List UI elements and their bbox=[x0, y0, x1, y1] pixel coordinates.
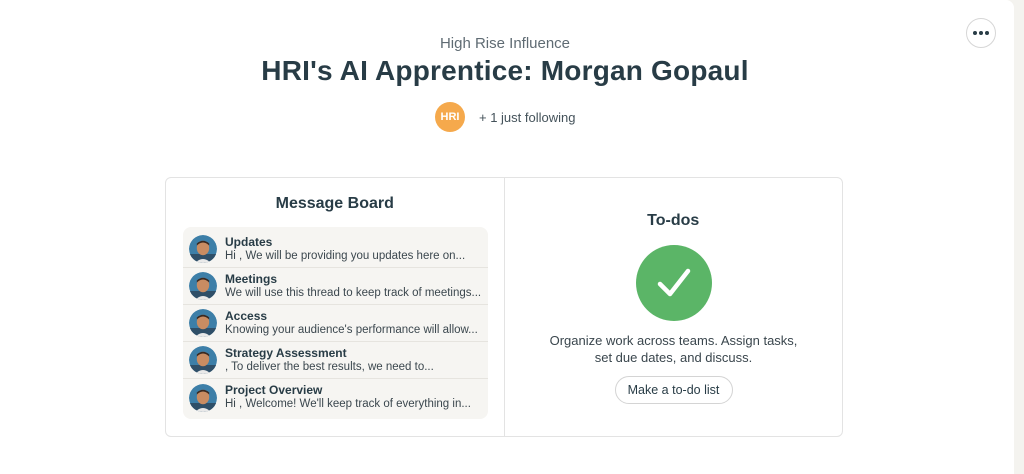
avatar bbox=[189, 272, 217, 300]
message-excerpt: Hi , We will be providing you updates he… bbox=[225, 249, 466, 262]
message-excerpt: , To deliver the best results, we need t… bbox=[225, 360, 434, 373]
avatar bbox=[189, 346, 217, 374]
message-board-card[interactable]: Message Board Updates Hi , We will be pro… bbox=[166, 178, 504, 436]
company-name: High Rise Influence bbox=[439, 35, 571, 52]
make-todo-list-button[interactable]: Make a to-do list bbox=[614, 376, 733, 404]
message-text: Strategy Assessment, To deliver the best… bbox=[225, 346, 434, 375]
project-people[interactable]: HRI + 1 just following bbox=[435, 102, 575, 132]
message-excerpt: We will use this thread to keep track of… bbox=[225, 286, 482, 299]
project-page: High Rise Influence HRI's AI Apprentice:… bbox=[0, 0, 1014, 474]
checkmark-icon bbox=[635, 245, 712, 321]
avatar bbox=[189, 309, 217, 337]
message-subject: Strategy Assessment bbox=[225, 345, 347, 360]
message-text: Meetings We will use this thread to keep … bbox=[225, 272, 481, 301]
list-item[interactable]: Project Overview Hi , Welcome! We'll keep… bbox=[183, 379, 488, 416]
project-title: HRI's AI Apprentice: Morgan Gopaul bbox=[261, 55, 749, 86]
todos-title[interactable]: To-dos bbox=[505, 212, 843, 230]
avatar[interactable]: HRI bbox=[435, 102, 465, 132]
message-subject: Meetings bbox=[225, 271, 278, 286]
list-item[interactable]: Updates Hi , We will be providing you upd… bbox=[183, 231, 488, 268]
project-tools: Message Board Updates Hi , We will be pro… bbox=[165, 177, 843, 437]
message-subject: Access bbox=[225, 308, 268, 323]
avatar bbox=[189, 235, 217, 263]
message-text: Project Overview Hi , Welcome! We'll keep… bbox=[225, 383, 471, 412]
message-subject: Updates bbox=[225, 234, 273, 249]
message-text: Access Knowing your audience's performanc… bbox=[225, 309, 478, 338]
list-item[interactable]: Strategy Assessment, To deliver the best… bbox=[183, 342, 488, 379]
following-count[interactable]: + 1 just following bbox=[479, 110, 575, 125]
avatar bbox=[189, 383, 217, 412]
message-text: Updates Hi , We will be providing you upd… bbox=[225, 235, 465, 264]
todos-description: Organize work across teams. Assign tasks… bbox=[549, 333, 798, 365]
todos-card[interactable]: To-dos Organize work across teams. Assig… bbox=[503, 178, 843, 436]
message-board-title[interactable]: Message Board bbox=[166, 195, 504, 213]
message-list: Updates Hi , We will be providing you upd… bbox=[183, 227, 488, 419]
message-excerpt: Hi , Welcome! We'll keep track of everyt… bbox=[225, 398, 471, 410]
message-excerpt: Knowing your audience's performance will… bbox=[225, 323, 478, 336]
list-item[interactable]: Meetings We will use this thread to keep … bbox=[183, 268, 488, 305]
list-item[interactable]: Access Knowing your audience's performanc… bbox=[183, 305, 488, 342]
message-subject: Project Overview bbox=[225, 383, 323, 397]
